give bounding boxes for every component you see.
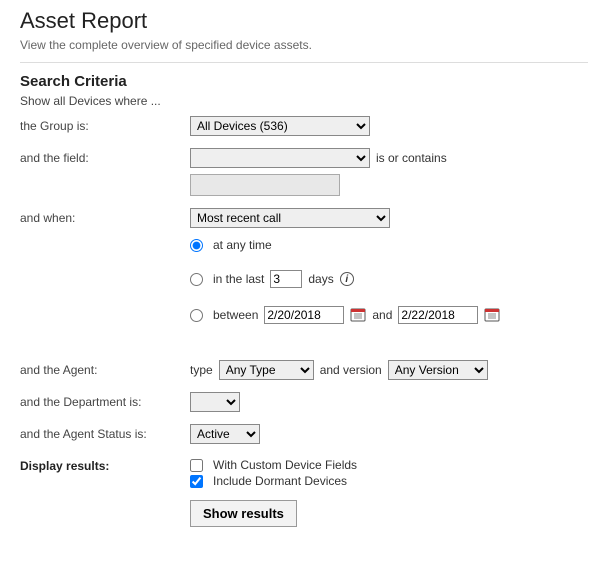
agent-type-select[interactable]: Any Type	[219, 360, 314, 380]
field-value-input[interactable]	[190, 174, 340, 196]
radio-anytime[interactable]	[190, 239, 203, 252]
check-custom-fields[interactable]	[190, 459, 203, 472]
radio-between-before: between	[213, 308, 258, 322]
divider	[20, 62, 588, 63]
check-dormant[interactable]	[190, 475, 203, 488]
when-option-between[interactable]: between and	[190, 306, 588, 324]
when-option-anytime[interactable]: at any time	[190, 238, 588, 252]
row-agent-status: and the Agent Status is: Active	[20, 424, 588, 444]
row-field: and the field: is or contains	[20, 148, 588, 196]
label-agent: and the Agent:	[20, 360, 190, 377]
group-select[interactable]: All Devices (536)	[190, 116, 370, 136]
check-custom-fields-line[interactable]: With Custom Device Fields	[190, 458, 588, 472]
row-when: and when: Most recent call at any time i…	[20, 208, 588, 330]
show-results-button[interactable]: Show results	[190, 500, 297, 527]
section-lead: Show all Devices where ...	[20, 94, 588, 108]
when-select[interactable]: Most recent call	[190, 208, 390, 228]
check-dormant-label: Include Dormant Devices	[213, 474, 347, 488]
radio-inlast-before: in the last	[213, 272, 264, 286]
label-when: and when:	[20, 208, 190, 225]
calendar-icon[interactable]	[484, 307, 500, 323]
row-group: the Group is: All Devices (536)	[20, 116, 588, 136]
agent-version-select[interactable]: Any Version	[388, 360, 488, 380]
page-subtitle: View the complete overview of specified …	[20, 38, 588, 52]
check-dormant-line[interactable]: Include Dormant Devices	[190, 474, 588, 488]
page-title: Asset Report	[20, 8, 588, 34]
radio-between-and: and	[372, 308, 392, 322]
inlast-days-input[interactable]	[270, 270, 302, 288]
label-field: and the field:	[20, 148, 190, 165]
radio-between[interactable]	[190, 309, 203, 322]
label-department: and the Department is:	[20, 392, 190, 409]
row-department: and the Department is:	[20, 392, 588, 412]
radio-anytime-label: at any time	[213, 238, 272, 252]
check-custom-fields-label: With Custom Device Fields	[213, 458, 357, 472]
row-display: Display results: With Custom Device Fiel…	[20, 456, 588, 527]
agent-version-label: and version	[320, 363, 382, 377]
date-to-input[interactable]	[398, 306, 478, 324]
when-option-inlast[interactable]: in the last days i	[190, 270, 588, 288]
agent-type-label: type	[190, 363, 213, 377]
radio-inlast-after: days	[308, 272, 333, 286]
is-or-contains-text: is or contains	[376, 151, 447, 165]
info-icon[interactable]: i	[340, 272, 354, 286]
department-select[interactable]	[190, 392, 240, 412]
field-select[interactable]	[190, 148, 370, 168]
label-group: the Group is:	[20, 116, 190, 133]
section-title: Search Criteria	[20, 73, 588, 90]
date-from-input[interactable]	[264, 306, 344, 324]
agent-status-select[interactable]: Active	[190, 424, 260, 444]
label-agent-status: and the Agent Status is:	[20, 424, 190, 441]
calendar-icon[interactable]	[350, 307, 366, 323]
label-display: Display results:	[20, 456, 190, 473]
row-agent: and the Agent: type Any Type and version…	[20, 360, 588, 380]
radio-inlast[interactable]	[190, 273, 203, 286]
